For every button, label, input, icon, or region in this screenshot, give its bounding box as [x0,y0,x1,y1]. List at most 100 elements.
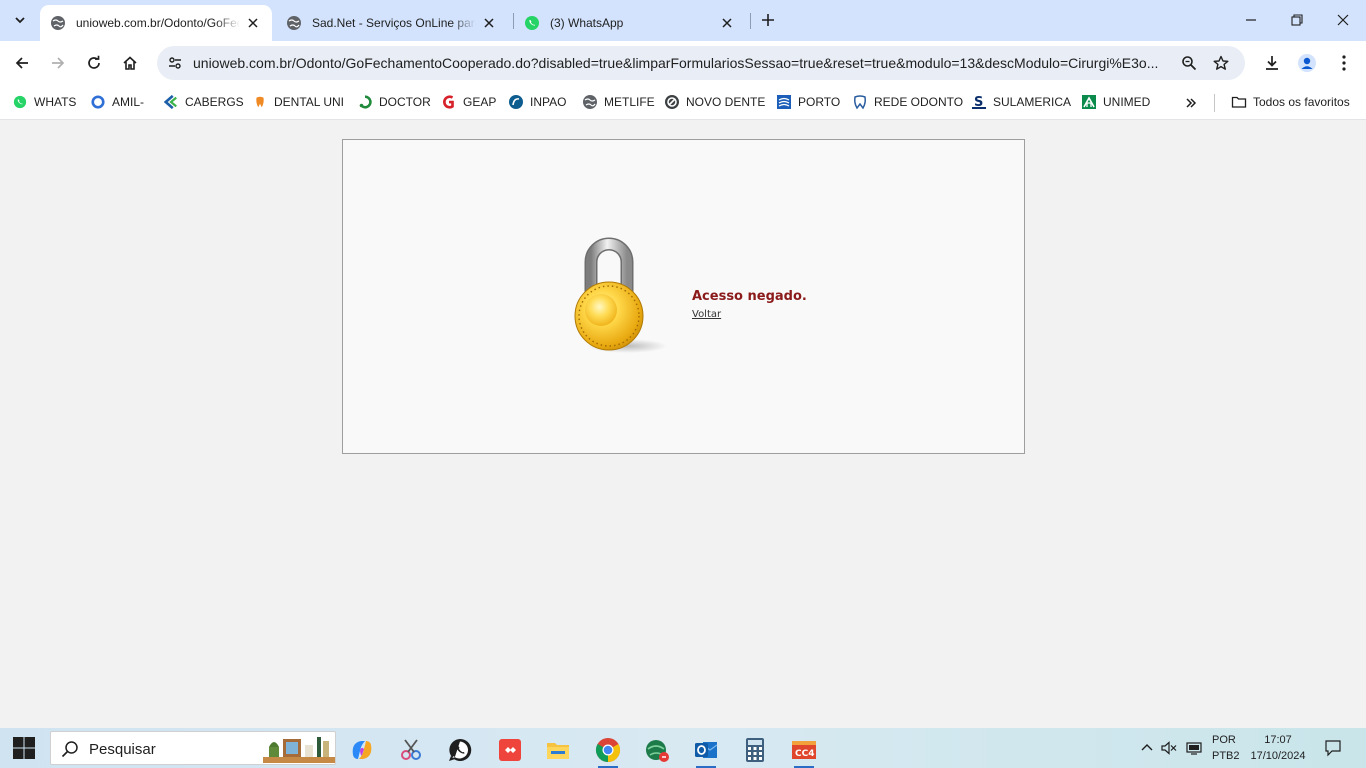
bookmark-label: METLIFE [604,95,655,109]
windows-taskbar: Pesquisar CC4 POR PTB2 17:07 17/10/2024 [0,728,1366,768]
all-bookmarks-folder[interactable]: Todos os favoritos [1231,92,1350,112]
outlook-icon [695,742,718,758]
show-hidden-icons-button[interactable] [1137,738,1157,758]
bookmark-novo-dente[interactable]: NOVO DENTE [664,92,765,112]
new-tab-button[interactable] [756,8,780,32]
taskbar-copilot[interactable] [342,732,382,768]
forward-button[interactable] [44,49,72,77]
home-icon [123,56,137,70]
more-bookmarks-button[interactable] [1181,93,1201,113]
dental-uni-icon [252,94,268,110]
bookmark-label: REDE ODONTO [874,95,964,109]
restore-button[interactable] [1274,0,1320,40]
volume-button[interactable] [1159,738,1179,758]
address-bar[interactable]: unioweb.com.br/Odonto/GoFechamentoCooper… [157,46,1245,80]
bookmark-label: PORTO [798,95,841,109]
search-icon [61,741,78,758]
clock[interactable]: 17:07 17/10/2024 [1244,732,1312,764]
geap-icon [441,94,457,110]
unimed-icon [1081,94,1097,110]
taskbar-web-app[interactable] [637,732,677,768]
search-highlight-art-icon [263,737,335,763]
profile-button[interactable] [1293,49,1321,77]
tab-whatsapp[interactable]: (3) WhatsApp [514,5,746,41]
tab-title: unioweb.com.br/Odonto/GoFec [76,16,240,30]
close-window-button[interactable] [1320,0,1366,40]
snipping-tool-icon [401,739,421,760]
whatsapp-icon [12,94,28,110]
tab-sadnet[interactable]: Sad.Net - Serviços OnLine para [276,5,508,41]
bookmark-sulamerica[interactable]: S SULAMERICA [971,92,1071,112]
chrome-icon [595,738,621,762]
home-button[interactable] [116,49,144,77]
taskbar-search-box[interactable]: Pesquisar [50,731,336,765]
close-tab-icon[interactable] [480,14,498,32]
taskbar-chrome[interactable] [588,732,628,768]
taskbar-file-explorer[interactable] [538,732,578,768]
taskbar-snipping-tool[interactable] [391,732,431,768]
padlock-icon [574,237,667,353]
doctor-icon [357,94,373,110]
bookmark-metlife[interactable]: METLIFE [582,92,655,112]
network-icon [1186,742,1202,755]
bookmarks-divider [1214,94,1215,112]
bookmark-unimed[interactable]: UNIMED [1081,92,1150,112]
zoom-icon[interactable] [1179,53,1199,73]
bookmark-star-icon[interactable] [1211,53,1231,73]
url-text[interactable]: unioweb.com.br/Odonto/GoFechamentoCooper… [193,55,1173,71]
bookmarks-bar: WHATS AMIL- CABERGS DENTAL UNI DOCTOR GE… [0,85,1366,120]
close-tab-icon[interactable] [718,14,736,32]
speaker-muted-icon [1161,741,1177,755]
taskbar-anydesk[interactable] [490,732,530,768]
file-explorer-icon [547,743,569,759]
tab-title: Sad.Net - Serviços OnLine para [312,16,476,30]
taskbar-whatsapp[interactable] [440,732,480,768]
site-info-icon[interactable] [165,53,185,73]
bookmark-geap[interactable]: GEAP [441,92,496,112]
bookmark-label: CABERGS [185,95,244,109]
porto-icon [776,94,792,110]
tab-search-button[interactable] [6,6,34,34]
taskbar-calculator[interactable] [735,732,775,768]
bookmark-rede-odonto[interactable]: REDE ODONTO [852,92,963,112]
tab-separator [750,13,751,29]
bookmark-label: SULAMERICA [993,95,1072,109]
minimize-button[interactable] [1228,0,1274,40]
tab-unioweb[interactable]: unioweb.com.br/Odonto/GoFec [40,5,272,41]
tab-title: (3) WhatsApp [550,16,624,30]
page-viewport: Acesso negado. Voltar [0,121,1366,728]
downloads-button[interactable] [1258,49,1286,77]
bookmark-whats[interactable]: WHATS [12,92,76,112]
back-button[interactable] [8,49,36,77]
bookmark-label: NOVO DENTE [686,95,766,109]
bookmark-label: AMIL- [112,95,145,109]
bookmark-porto[interactable]: PORTO [776,92,840,112]
bookmark-cabergs[interactable]: CABERGS [163,92,244,112]
tab-strip: unioweb.com.br/Odonto/GoFec Sad.Net - Se… [0,0,1366,41]
input-language-indicator[interactable]: POR PTB2 [1212,732,1240,764]
taskbar-cc4[interactable]: CC4 [784,732,824,768]
folder-icon [1231,94,1247,110]
globe-icon [286,15,302,31]
reload-button[interactable] [80,49,108,77]
plus-icon [762,14,774,26]
bookmark-dental-uni[interactable]: DENTAL UNI [252,92,344,112]
profile-avatar-icon [1298,54,1316,72]
bookmark-amil[interactable]: AMIL- [90,92,144,112]
chrome-menu-button[interactable] [1330,49,1358,77]
minimize-icon [1246,19,1256,21]
windows-start-icon[interactable] [12,736,36,760]
taskbar-outlook[interactable] [686,732,726,768]
bookmark-label: DOCTOR [379,95,431,109]
bookmark-doctor[interactable]: DOCTOR [357,92,431,112]
keyboard-layout: PTB2 [1212,750,1240,762]
svg-text:CC4: CC4 [795,749,814,759]
network-button[interactable] [1184,738,1204,758]
back-link[interactable]: Voltar [692,309,721,320]
kebab-menu-icon [1342,55,1346,71]
chevron-up-icon [1141,744,1153,751]
notification-icon [1325,740,1341,757]
close-tab-icon[interactable] [244,14,262,32]
bookmark-inpao[interactable]: INPAO [508,92,566,112]
notifications-button[interactable] [1323,738,1343,758]
